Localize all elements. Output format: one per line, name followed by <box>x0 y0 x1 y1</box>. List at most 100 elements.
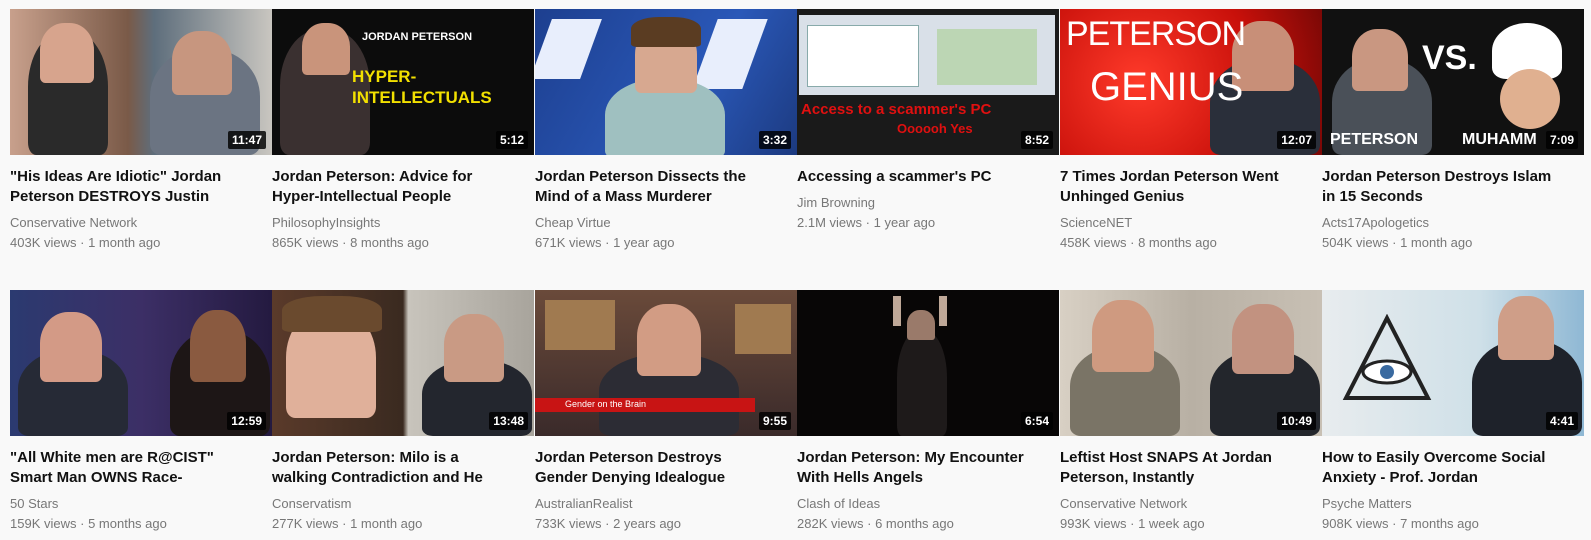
video-meta: 277K views · 1 month ago <box>272 514 534 534</box>
video-card[interactable]: 10:49 Leftist Host SNAPS At Jordan Peter… <box>1060 290 1322 534</box>
upload-age: 2 years ago <box>613 516 682 531</box>
meta-separator: · <box>80 235 85 250</box>
meta-separator: · <box>1130 516 1135 531</box>
thumbnail-caption: Access to a scammer's PC <box>801 101 992 118</box>
view-count: 865K views <box>272 235 339 250</box>
video-card[interactable]: 12:59 "All White men are R@CIST" Smart M… <box>10 290 272 534</box>
upload-age: 8 months ago <box>350 235 429 250</box>
video-card[interactable]: 6:54 Jordan Peterson: My Encounter With … <box>797 290 1059 534</box>
duration-badge: 5:12 <box>495 131 528 149</box>
video-card[interactable]: PETERSON GENIUS 12:07 7 Times Jordan Pet… <box>1060 9 1322 253</box>
thumbnail-caption: MUHAMM <box>1462 131 1537 148</box>
channel-name[interactable]: Jim Browning <box>797 193 1059 213</box>
channel-name[interactable]: Conservative Network <box>10 213 272 233</box>
video-card[interactable]: Gender on the Brain 9:55 Jordan Peterson… <box>535 290 797 534</box>
view-count: 504K views <box>1322 235 1389 250</box>
video-thumbnail[interactable]: 12:59 <box>10 290 272 436</box>
video-meta: 458K views · 8 months ago <box>1060 233 1322 253</box>
video-thumbnail[interactable]: Access to a scammer's PC Oooooh Yes 8:52 <box>797 9 1059 155</box>
view-count: 671K views <box>535 235 602 250</box>
view-count: 908K views <box>1322 516 1389 531</box>
view-count: 282K views <box>797 516 864 531</box>
view-count: 993K views <box>1060 516 1127 531</box>
view-count: 2.1M views <box>797 215 863 230</box>
view-count: 277K views <box>272 516 339 531</box>
view-count: 403K views <box>10 235 77 250</box>
video-card[interactable]: 13:48 Jordan Peterson: Milo is a walking… <box>272 290 534 534</box>
upload-age: 8 months ago <box>1138 235 1217 250</box>
duration-badge: 11:47 <box>227 131 266 149</box>
view-count: 733K views <box>535 516 602 531</box>
video-title[interactable]: Jordan Peterson: Advice for Hyper-Intell… <box>272 167 512 207</box>
video-card[interactable]: 3:32 Jordan Peterson Dissects the Mind o… <box>535 9 797 253</box>
duration-badge: 8:52 <box>1020 131 1053 149</box>
video-thumbnail[interactable]: 10:49 <box>1060 290 1322 436</box>
channel-name[interactable]: ScienceNET <box>1060 213 1322 233</box>
meta-separator: · <box>1130 235 1135 250</box>
upload-age: 1 week ago <box>1138 516 1205 531</box>
upload-age: 1 month ago <box>1400 235 1473 250</box>
video-title[interactable]: Jordan Peterson: My Encounter With Hells… <box>797 448 1037 488</box>
duration-badge: 12:59 <box>227 412 266 430</box>
video-title[interactable]: How to Easily Overcome Social Anxiety - … <box>1322 448 1562 488</box>
all-seeing-eye-icon <box>1342 314 1432 400</box>
video-card[interactable]: Access to a scammer's PC Oooooh Yes 8:52… <box>797 9 1059 233</box>
channel-name[interactable]: Conservatism <box>272 494 534 514</box>
upload-age: 1 month ago <box>350 516 423 531</box>
video-thumbnail[interactable]: 4:41 <box>1322 290 1584 436</box>
video-meta: 865K views · 8 months ago <box>272 233 534 253</box>
view-count: 458K views <box>1060 235 1127 250</box>
video-title[interactable]: 7 Times Jordan Peterson Went Unhinged Ge… <box>1060 167 1300 207</box>
upload-age: 5 months ago <box>88 516 167 531</box>
video-meta: 908K views · 7 months ago <box>1322 514 1584 534</box>
channel-name[interactable]: Clash of Ideas <box>797 494 1059 514</box>
video-title[interactable]: Jordan Peterson: Milo is a walking Contr… <box>272 448 512 488</box>
video-thumbnail[interactable]: 3:32 <box>535 9 797 155</box>
thumbnail-caption: Gender on the Brain <box>565 399 647 409</box>
video-thumbnail[interactable]: JORDAN PETERSON HYPER- INTELLECTUALS 5:1… <box>272 9 534 155</box>
duration-badge: 12:07 <box>1277 131 1316 149</box>
thumbnail-caption: PETERSON <box>1330 131 1419 148</box>
channel-name[interactable]: Conservative Network <box>1060 494 1322 514</box>
upload-age: 1 year ago <box>613 235 675 250</box>
upload-age: 1 month ago <box>88 235 161 250</box>
video-title[interactable]: Accessing a scammer's PC <box>797 167 1037 187</box>
upload-age: 7 months ago <box>1400 516 1479 531</box>
channel-name[interactable]: 50 Stars <box>10 494 272 514</box>
video-grid: 11:47 "His Ideas Are Idiotic" Jordan Pet… <box>0 0 1591 540</box>
video-meta: 282K views · 6 months ago <box>797 514 1059 534</box>
video-card[interactable]: VS. PETERSON MUHAMM 7:09 Jordan Peterson… <box>1322 9 1584 253</box>
video-card[interactable]: 4:41 How to Easily Overcome Social Anxie… <box>1322 290 1584 534</box>
video-thumbnail[interactable]: 6:54 <box>797 290 1059 436</box>
video-title[interactable]: Jordan Peterson Destroys Gender Denying … <box>535 448 775 488</box>
video-card[interactable]: 11:47 "His Ideas Are Idiotic" Jordan Pet… <box>10 9 272 253</box>
thumbnail-caption: JORDAN PETERSON <box>362 31 473 43</box>
channel-name[interactable]: Acts17Apologetics <box>1322 213 1584 233</box>
video-title[interactable]: "All White men are R@CIST" Smart Man OWN… <box>10 448 250 488</box>
video-meta: 993K views · 1 week ago <box>1060 514 1322 534</box>
video-thumbnail[interactable]: VS. PETERSON MUHAMM 7:09 <box>1322 9 1584 155</box>
video-title[interactable]: Leftist Host SNAPS At Jordan Peterson, I… <box>1060 448 1300 488</box>
meta-separator: · <box>1392 235 1397 250</box>
video-thumbnail[interactable]: PETERSON GENIUS 12:07 <box>1060 9 1322 155</box>
video-thumbnail[interactable]: 11:47 <box>10 9 272 155</box>
channel-name[interactable]: Cheap Virtue <box>535 213 797 233</box>
video-title[interactable]: "His Ideas Are Idiotic" Jordan Peterson … <box>10 167 250 207</box>
meta-separator: · <box>605 516 610 531</box>
channel-name[interactable]: Psyche Matters <box>1322 494 1584 514</box>
video-title[interactable]: Jordan Peterson Dissects the Mind of a M… <box>535 167 775 207</box>
video-card[interactable]: JORDAN PETERSON HYPER- INTELLECTUALS 5:1… <box>272 9 534 253</box>
upload-age: 1 year ago <box>873 215 936 230</box>
duration-badge: 7:09 <box>1545 131 1578 149</box>
video-thumbnail[interactable]: 13:48 <box>272 290 534 436</box>
video-title[interactable]: Jordan Peterson Destroys Islam in 15 Sec… <box>1322 167 1562 207</box>
video-thumbnail[interactable]: Gender on the Brain 9:55 <box>535 290 797 436</box>
channel-name[interactable]: AustralianRealist <box>535 494 797 514</box>
duration-badge: 6:54 <box>1020 412 1053 430</box>
meta-separator: · <box>865 215 870 230</box>
thumbnail-caption: PETERSON <box>1066 15 1246 53</box>
duration-badge: 13:48 <box>489 412 528 430</box>
video-meta: 671K views · 1 year ago <box>535 233 797 253</box>
channel-name[interactable]: PhilosophyInsights <box>272 213 534 233</box>
meta-separator: · <box>342 516 347 531</box>
